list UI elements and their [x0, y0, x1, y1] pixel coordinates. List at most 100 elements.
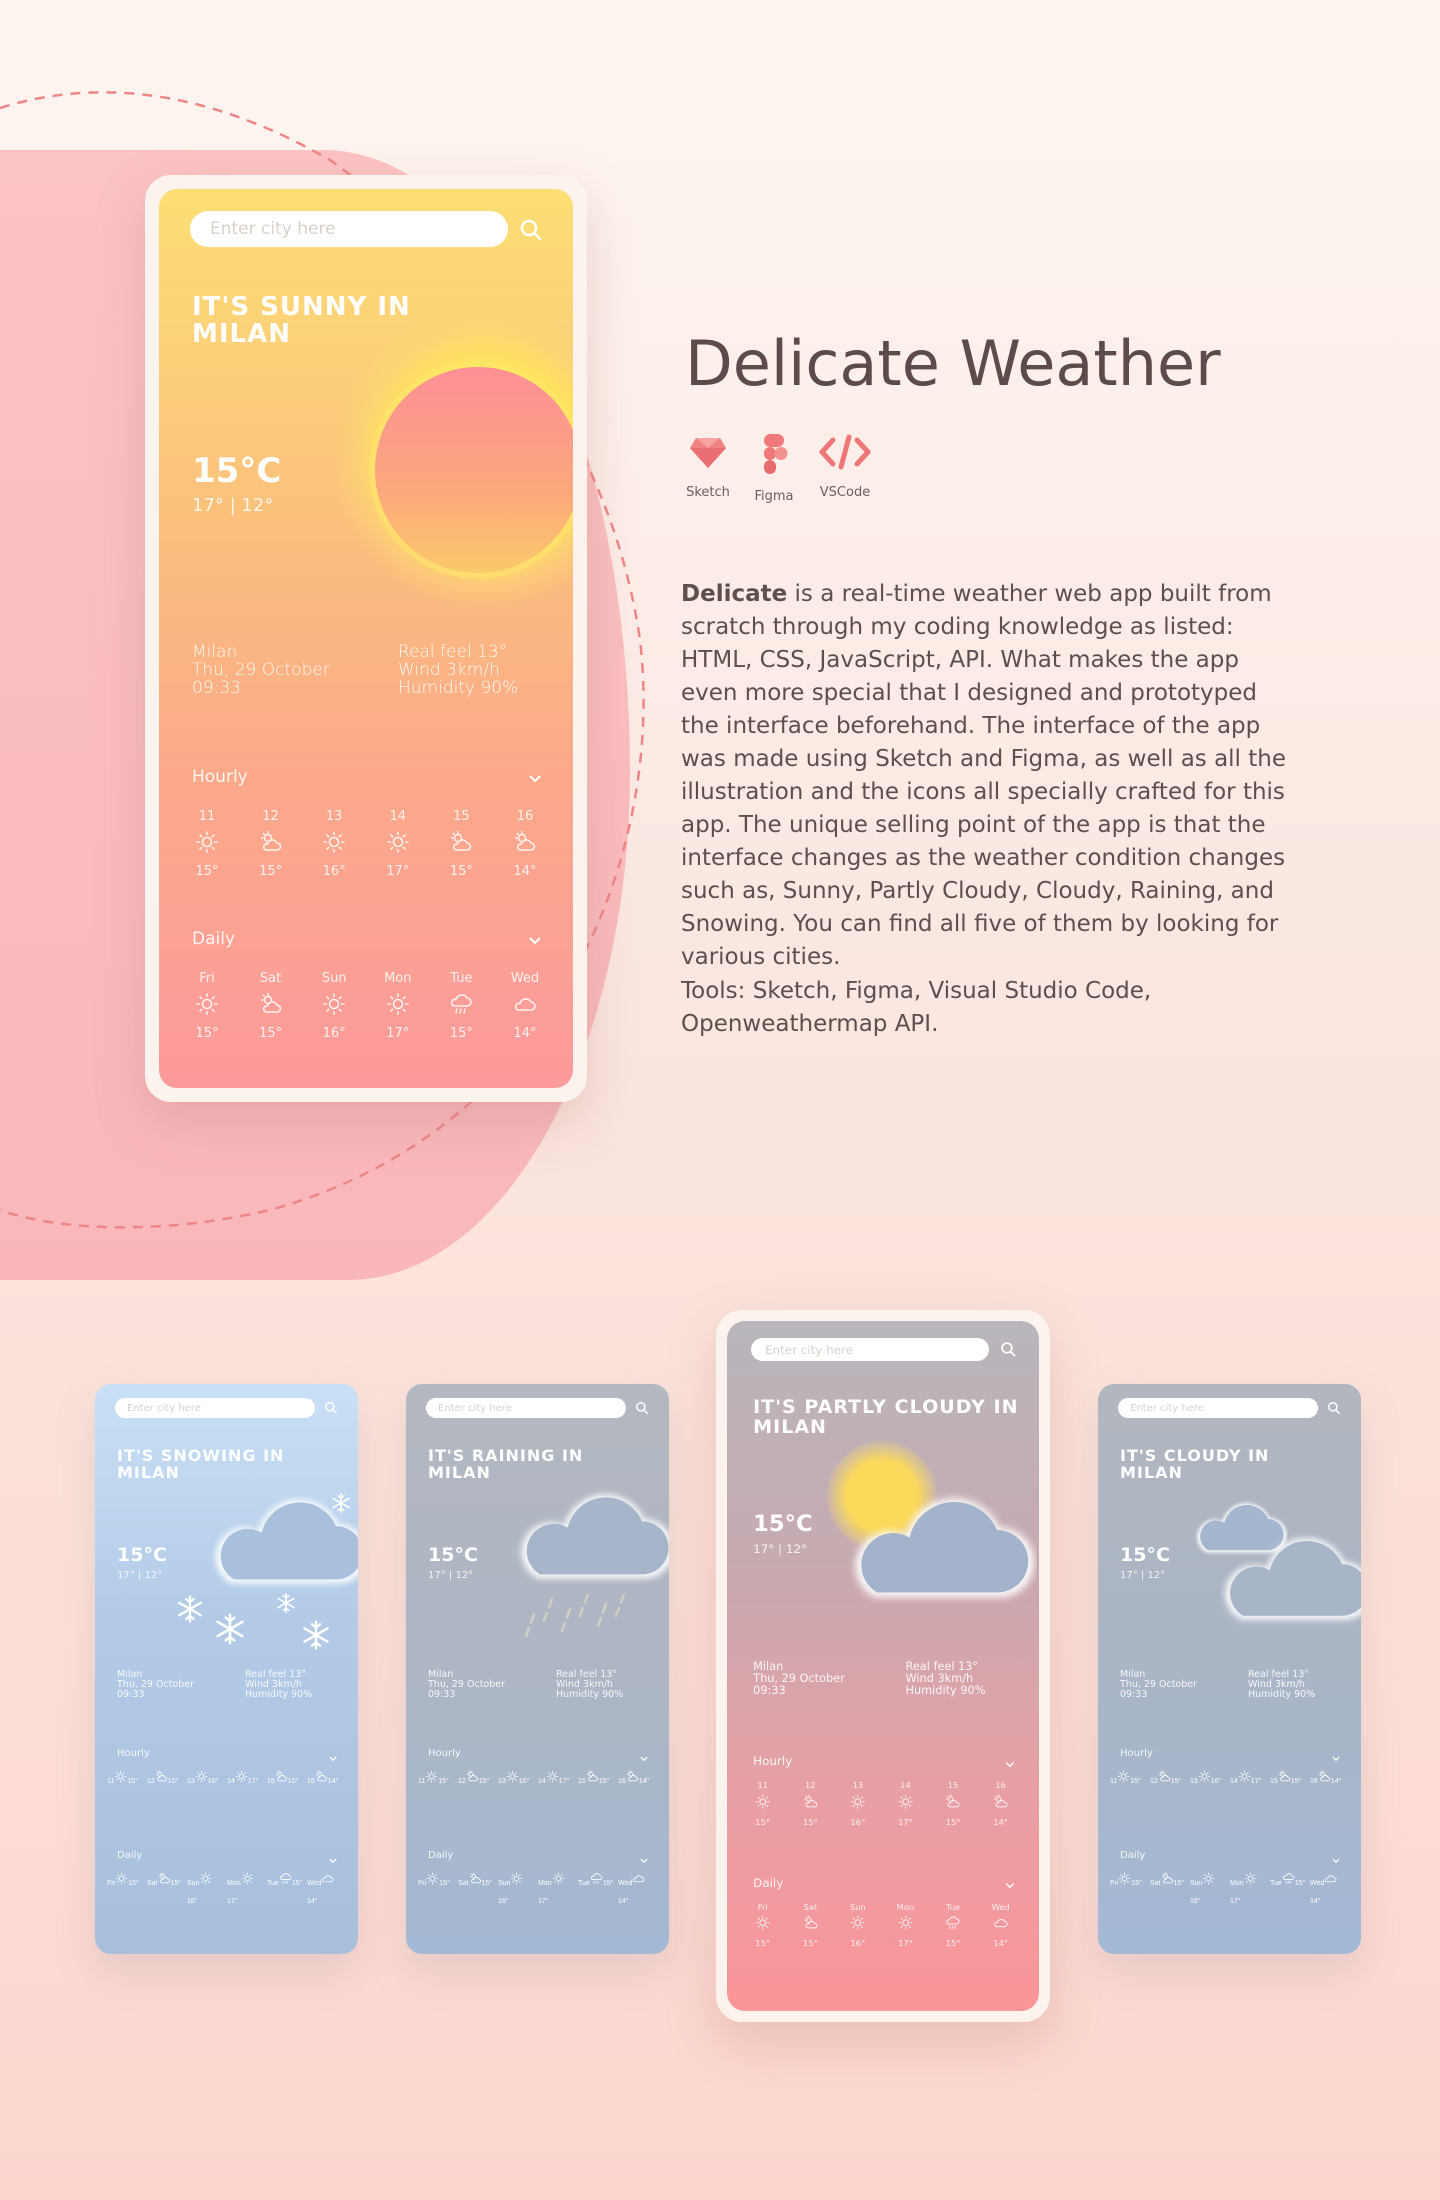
search-icon-wrap[interactable] [324, 1401, 338, 1420]
chevron-wrap[interactable] [1004, 1757, 1016, 1775]
chevron-wrap[interactable] [328, 1750, 338, 1768]
chevron-down-icon[interactable] [328, 1857, 338, 1865]
forecast-label: 15 [267, 1778, 275, 1785]
search-icon[interactable] [519, 218, 543, 242]
forecast-temp: 15° [1173, 1880, 1185, 1887]
search-icon-wrap[interactable] [1327, 1401, 1341, 1420]
snowflake-icon [177, 1595, 203, 1623]
forecast-icon-wrap [386, 830, 410, 858]
partly-cloudy-screen: Enter city here IT'S PARTLY CLOUDY IN MIL… [727, 1321, 1039, 2011]
forecast-temp: 14° [1310, 1898, 1321, 1905]
forecast-label: 16 [618, 1778, 626, 1785]
chevron-wrap[interactable] [1004, 1878, 1016, 1896]
forecast-icon-wrap [1117, 1770, 1130, 1787]
search-icon-wrap[interactable] [1000, 1341, 1017, 1363]
forecast-temp: 15° [1131, 1880, 1142, 1887]
forecast-icon-wrap [195, 1770, 208, 1787]
chevron-wrap[interactable] [328, 1852, 338, 1870]
chevron-down-icon[interactable] [527, 935, 543, 947]
sun-icon [898, 1916, 913, 1930]
daily-label: Daily [1120, 1850, 1146, 1861]
chevron-down-icon[interactable] [1004, 1881, 1016, 1891]
forecast-icon-wrap [426, 1872, 439, 1889]
phone-snowing-mockup: Enter city here IT'S SNOWING IN MILAN 15°C… [95, 1384, 358, 1954]
hourly-row: 11 15° 12 15° 13 16° 14 17° 15 15° 16 14° [741, 1780, 1022, 1827]
forecast-temp: 15° [259, 864, 283, 879]
forecast-icon-wrap [1198, 1770, 1211, 1787]
search-icon[interactable] [1000, 1341, 1017, 1358]
search-input[interactable]: Enter city here [1118, 1398, 1318, 1418]
forecast-label: Mon [227, 1880, 241, 1887]
forecast-temp: 14° [513, 1026, 537, 1041]
search-input[interactable]: Enter city here [115, 1398, 315, 1418]
forecast-icon-wrap [1244, 1872, 1257, 1889]
phone-cloudy-mockup: Enter city here IT'S CLOUDY IN MILAN 15°C 1… [1098, 1384, 1361, 1954]
forecast-temp: 17° [1250, 1778, 1262, 1785]
forecast-temp: 16° [498, 1898, 509, 1905]
cloud-icon [322, 1875, 334, 1883]
forecast-temp: 17° [538, 1898, 549, 1905]
partly-cloudy-icon [1161, 1872, 1173, 1884]
big-cloud [1225, 1537, 1361, 1620]
forecast-cell: 15 15° [932, 1780, 975, 1827]
forecast-icon-wrap [279, 1872, 292, 1889]
forecast-label: 12 [1150, 1778, 1158, 1785]
current-temp: 15°C [753, 1511, 813, 1538]
chevron-wrap[interactable] [639, 1750, 649, 1768]
chevron-down-icon[interactable] [639, 1857, 649, 1865]
forecast-icon-wrap [506, 1770, 519, 1787]
forecast-temp: 15° [945, 1938, 961, 1949]
chevron-down-icon[interactable] [639, 1755, 649, 1763]
search-icon[interactable] [635, 1401, 649, 1415]
forecast-cell: Wed 14° [979, 1902, 1022, 1949]
forecast-temp: 17° [1230, 1898, 1241, 1905]
daily-row: Fri 15° Sat 15° Sun 16° Mon 17° Tue 15° Wed 14° [181, 971, 551, 1041]
search-icon[interactable] [1327, 1401, 1341, 1415]
sun-icon [755, 1794, 770, 1809]
search-icon-wrap[interactable] [635, 1401, 649, 1420]
forecast-temp: 16° [850, 1816, 866, 1827]
forecast-cell: Mon 17° [227, 1872, 263, 1908]
tool-vscode: VSCode [810, 432, 880, 500]
search-input[interactable]: Enter city here [750, 1337, 989, 1362]
chevron-wrap[interactable] [1331, 1852, 1341, 1870]
forecast-cell: 13 16° [836, 1780, 879, 1827]
chevron-down-icon[interactable] [1331, 1857, 1341, 1865]
daily-label: Daily [753, 1875, 784, 1890]
chevron-wrap[interactable] [639, 1852, 649, 1870]
search-icon[interactable] [324, 1401, 338, 1415]
forecast-label: Wed [510, 971, 540, 986]
sun-icon [386, 831, 409, 853]
sun-icon [552, 1872, 564, 1885]
chevron-down-icon[interactable] [527, 773, 543, 785]
forecast-label: Sun [187, 1880, 200, 1887]
sun-illustration [375, 367, 573, 573]
search-input[interactable]: Enter city here [190, 211, 508, 247]
current-temp: 15°C [192, 451, 282, 491]
forecast-label: 16 [995, 1780, 1006, 1791]
forecast-cell: 11 15° [1110, 1770, 1146, 1788]
forecast-temp: 15° [438, 1778, 449, 1785]
forecast-cell: Fri 15° [181, 971, 233, 1041]
sun-icon [898, 1794, 913, 1809]
forecast-cell: Wed 14° [618, 1872, 654, 1908]
location-info: Milan Thu, 29 October 09:33 [753, 1660, 845, 1698]
rain-cloud-icon [946, 1916, 960, 1930]
chevron-down-icon[interactable] [1331, 1755, 1341, 1763]
chevron-wrap[interactable] [1331, 1750, 1341, 1768]
sketch-diamond-icon [690, 438, 726, 468]
forecast-label: Fri [107, 1880, 116, 1887]
small-screen-content: Enter city here IT'S SNOWING IN MILAN 15°C… [95, 1384, 358, 1954]
forecast-temp: 14° [307, 1898, 318, 1905]
forecast-temp: 15° [170, 1880, 182, 1887]
search-input[interactable]: Enter city here [426, 1398, 626, 1418]
chevron-down-icon[interactable] [1004, 1760, 1016, 1770]
forecast-cell: Sun 16° [498, 1872, 534, 1908]
forecast-label: 12 [458, 1778, 466, 1785]
chevron-down-icon[interactable] [328, 1755, 338, 1763]
sun-icon [115, 1872, 128, 1885]
forecast-temp: 16° [518, 1778, 530, 1785]
forecast-cell: 16 14° [618, 1770, 654, 1788]
hourly-row: 11 15° 12 15° 13 16° 14 17° 15 15° 16 14° [1110, 1770, 1346, 1788]
forecast-icon-wrap [195, 830, 219, 858]
